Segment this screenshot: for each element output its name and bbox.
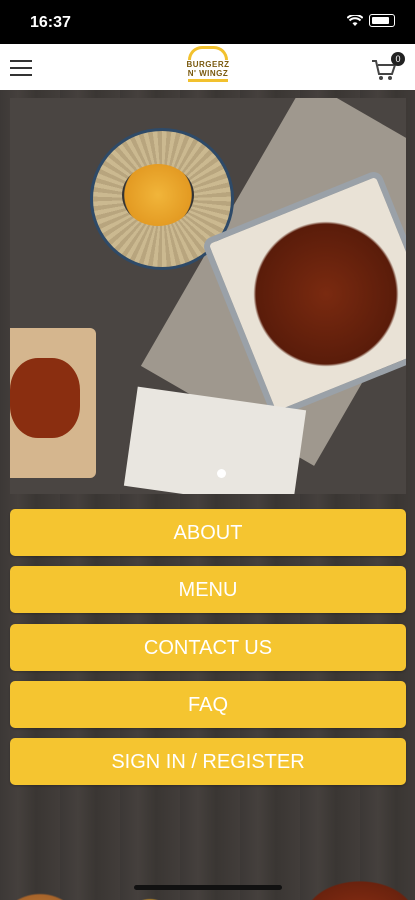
faq-button[interactable]: FAQ	[10, 681, 406, 728]
wifi-icon	[347, 14, 363, 26]
logo-bun-shape	[188, 46, 228, 60]
menu-button[interactable]: MENU	[10, 566, 406, 613]
logo-underline	[188, 79, 228, 82]
app-header: BURGERZ N' WINGZ 0	[0, 44, 415, 90]
cart-count-badge: 0	[391, 52, 405, 66]
sauce-shape	[122, 164, 194, 226]
contact-us-button[interactable]: CONTACT US	[10, 624, 406, 671]
chicken-wings-shape	[10, 358, 80, 438]
logo-text-line2: N' WINGZ	[187, 69, 229, 78]
sign-in-register-button[interactable]: SIGN IN / REGISTER	[10, 738, 406, 785]
hero-food-image	[10, 98, 406, 494]
carousel-indicator-dot[interactable]	[217, 469, 226, 478]
hamburger-menu-icon[interactable]	[10, 57, 32, 77]
brand-logo: BURGERZ N' WINGZ	[184, 46, 232, 88]
about-button[interactable]: ABOUT	[10, 509, 406, 556]
cart-button[interactable]: 0	[371, 52, 405, 82]
home-indicator[interactable]	[134, 885, 282, 890]
status-bar: 16:37	[0, 0, 415, 44]
battery-icon	[369, 14, 395, 27]
logo-text-line1: BURGERZ	[186, 60, 230, 69]
status-time: 16:37	[30, 14, 71, 31]
status-icons	[347, 14, 395, 27]
